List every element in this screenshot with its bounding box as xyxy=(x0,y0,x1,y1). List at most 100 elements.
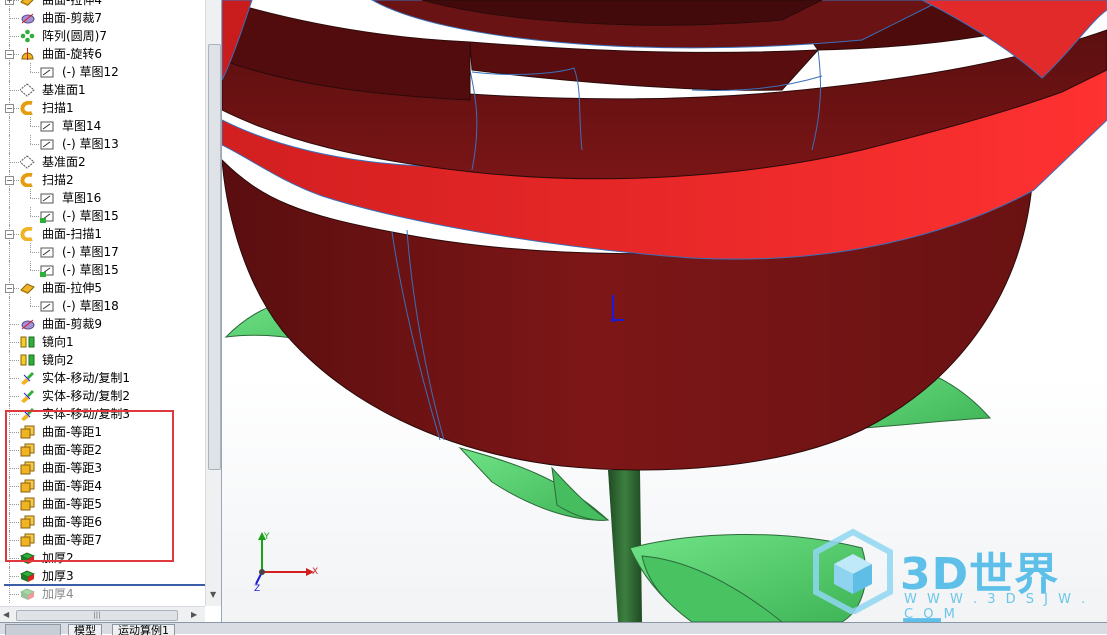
thicken-icon xyxy=(20,569,35,583)
tab-motion-study[interactable]: 运动算例1 xyxy=(112,624,175,635)
triad-z-label: Z xyxy=(254,584,261,594)
tree-item-label: 实体-移动/复制1 xyxy=(42,371,131,385)
tree-item-label: 加厚3 xyxy=(42,569,74,583)
tree-item[interactable]: 草图14 xyxy=(0,117,205,135)
surface-trim-icon xyxy=(20,11,35,25)
thicken-icon xyxy=(20,587,35,601)
scroll-down-arrow-icon[interactable]: ▼ xyxy=(210,590,216,599)
surface-extrude-icon xyxy=(20,281,35,295)
tree-item-label: 镜向1 xyxy=(42,335,74,349)
sketch-icon xyxy=(40,245,55,259)
tree-item[interactable]: − 曲面-拉伸5 xyxy=(0,279,205,297)
vertical-scroll-thumb[interactable] xyxy=(208,44,221,470)
watermark: 3D世界网 W W W . 3 D S J W . C O M xyxy=(808,528,1098,622)
tab-placeholder[interactable] xyxy=(5,624,61,635)
tree-item[interactable]: 加厚3 xyxy=(0,567,205,585)
watermark-url: W W W . 3 D S J W . C O M xyxy=(904,592,1089,622)
sketch-3d-icon xyxy=(40,209,55,223)
tree-item-label: 镜向2 xyxy=(42,353,74,367)
sketch-icon xyxy=(40,65,55,79)
tree-item[interactable]: 镜向1 xyxy=(0,333,205,351)
tree-item[interactable]: 加厚4 xyxy=(0,585,205,603)
tree-item-label: 草图14 xyxy=(62,119,102,133)
scroll-right-arrow-icon[interactable]: ▶ xyxy=(191,610,197,619)
tree-item[interactable]: (-) 草图18 xyxy=(0,297,205,315)
collapse-icon[interactable]: − xyxy=(5,284,14,293)
tree-item[interactable]: − 曲面-扫描1 xyxy=(0,225,205,243)
collapse-icon[interactable]: − xyxy=(5,50,14,59)
tree-item-label: 扫描2 xyxy=(42,173,74,187)
bottom-tab-bar: 模型 运动算例1 xyxy=(0,622,1107,635)
annotation-highlight-box xyxy=(5,410,174,562)
graphics-viewport[interactable]: Y X Z 3D世界网 W W W . 3 D S J W . C O M xyxy=(222,0,1107,622)
tree-item-label: 加厚4 xyxy=(42,587,74,601)
sketch-icon xyxy=(40,191,55,205)
sketch-icon xyxy=(40,119,55,133)
tree-item[interactable]: − 扫描1 xyxy=(0,99,205,117)
sketch-icon xyxy=(40,137,55,151)
sweep-icon xyxy=(20,101,35,115)
axis-triad: Y X Z xyxy=(254,532,324,596)
rollback-bar[interactable] xyxy=(4,584,205,586)
tree-item-label: 草图16 xyxy=(62,191,102,205)
tree-item-label: 扫描1 xyxy=(42,101,74,115)
tree-item[interactable]: (-) 草图12 xyxy=(0,63,205,81)
tree-item-label: 曲面-拉伸4 xyxy=(42,0,102,7)
tab-model[interactable]: 模型 xyxy=(68,624,102,635)
feature-manager-panel: + 曲面-拉伸4 曲面-剪裁7 阵列(圆周)7 − 曲面-旋转6 (-) 草图12 基准面1 −… xyxy=(0,0,222,633)
tree-item-label: 基准面2 xyxy=(42,155,86,169)
tree-item-label: (-) 草图18 xyxy=(62,299,119,313)
surface-extrude-icon xyxy=(20,0,35,7)
tree-item-label: 实体-移动/复制2 xyxy=(42,389,131,403)
tree-item[interactable]: (-) 草图17 xyxy=(0,243,205,261)
move-copy-icon xyxy=(20,389,35,403)
sketch-3d-icon xyxy=(40,263,55,277)
tree-item[interactable]: 曲面-剪裁9 xyxy=(0,315,205,333)
tree-item-label: 基准面1 xyxy=(42,83,86,97)
collapse-icon[interactable]: − xyxy=(5,176,14,185)
collapse-icon[interactable]: − xyxy=(5,230,14,239)
surface-trim-icon xyxy=(20,317,35,331)
tree-item-label: 曲面-旋转6 xyxy=(42,47,102,61)
scroll-left-arrow-icon[interactable]: ◀ xyxy=(3,610,9,619)
tree-item-label: (-) 草图13 xyxy=(62,137,119,151)
tree-item[interactable]: (-) 草图13 xyxy=(0,135,205,153)
tree-item[interactable]: − 曲面-旋转6 xyxy=(0,45,205,63)
triad-x-label: X xyxy=(312,567,319,577)
tree-item[interactable]: (-) 草图15 xyxy=(0,261,205,279)
tree-item[interactable]: 基准面2 xyxy=(0,153,205,171)
vertical-scrollbar[interactable]: ▼ xyxy=(205,0,221,606)
horizontal-scroll-thumb[interactable]: ||| xyxy=(16,610,178,621)
tree-item-label: 曲面-剪裁7 xyxy=(42,11,102,25)
tree-item[interactable]: 实体-移动/复制2 xyxy=(0,387,205,405)
mirror-icon xyxy=(20,335,35,349)
tree-item[interactable]: 基准面1 xyxy=(0,81,205,99)
plane-icon xyxy=(20,83,35,97)
inner-petal-panel-1 xyxy=(469,41,820,91)
mirror-icon xyxy=(20,353,35,367)
horizontal-scrollbar[interactable]: ◀ ||| ▶ xyxy=(0,606,205,623)
tree-item[interactable]: 镜向2 xyxy=(0,351,205,369)
watermark-cube-icon xyxy=(813,528,893,616)
tree-item[interactable]: 曲面-剪裁7 xyxy=(0,9,205,27)
tree-item[interactable]: 草图16 xyxy=(0,189,205,207)
triad-y-label: Y xyxy=(264,532,270,542)
circular-pattern-icon xyxy=(20,29,35,43)
tree-item[interactable]: 阵列(圆周)7 xyxy=(0,27,205,45)
tree-item-label: 曲面-拉伸5 xyxy=(42,281,102,295)
surface-revolve-icon xyxy=(20,47,35,61)
tree-item-label: (-) 草图15 xyxy=(62,263,119,277)
tree-item-label: 曲面-扫描1 xyxy=(42,227,102,241)
tree-item[interactable]: (-) 草图15 xyxy=(0,207,205,225)
tree-item[interactable]: 实体-移动/复制1 xyxy=(0,369,205,387)
tree-item[interactable]: − 扫描2 xyxy=(0,171,205,189)
move-copy-icon xyxy=(20,371,35,385)
tree-item-label: 曲面-剪裁9 xyxy=(42,317,102,331)
tree-item-label: (-) 草图17 xyxy=(62,245,119,259)
tree-item[interactable]: + 曲面-拉伸4 xyxy=(0,0,205,9)
tree-item-label: (-) 草图15 xyxy=(62,209,119,223)
tree-item-label: (-) 草图12 xyxy=(62,65,119,79)
collapse-icon[interactable]: − xyxy=(5,104,14,113)
surface-sweep-icon xyxy=(20,227,35,241)
expand-icon[interactable]: + xyxy=(5,0,14,5)
